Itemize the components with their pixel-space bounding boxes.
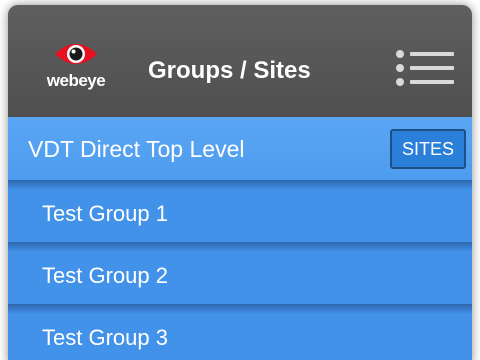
menu-button[interactable] bbox=[392, 47, 456, 89]
group-row[interactable]: Test Group 1 bbox=[8, 180, 472, 242]
screenshot-frame: webeye Groups / Sites VDT Direct Top Lev… bbox=[0, 0, 480, 360]
app-screen: webeye Groups / Sites VDT Direct Top Lev… bbox=[8, 5, 472, 360]
logo-text: webeye bbox=[46, 71, 106, 90]
top-level-label: VDT Direct Top Level bbox=[28, 136, 245, 162]
sites-button[interactable]: SITES bbox=[390, 129, 466, 169]
eye-icon bbox=[55, 44, 97, 64]
menu-list-icon bbox=[396, 50, 454, 86]
group-label: Test Group 2 bbox=[42, 263, 168, 288]
app-header: webeye Groups / Sites bbox=[8, 5, 472, 117]
group-label: Test Group 1 bbox=[42, 201, 168, 226]
page-title: Groups / Sites bbox=[148, 57, 311, 84]
group-row[interactable]: Test Group 3 bbox=[8, 304, 472, 360]
top-level-row[interactable]: VDT Direct Top Level SITES bbox=[8, 117, 472, 180]
group-label: Test Group 3 bbox=[42, 325, 168, 350]
group-row[interactable]: Test Group 2 bbox=[8, 242, 472, 304]
webeye-logo: webeye bbox=[36, 35, 116, 95]
